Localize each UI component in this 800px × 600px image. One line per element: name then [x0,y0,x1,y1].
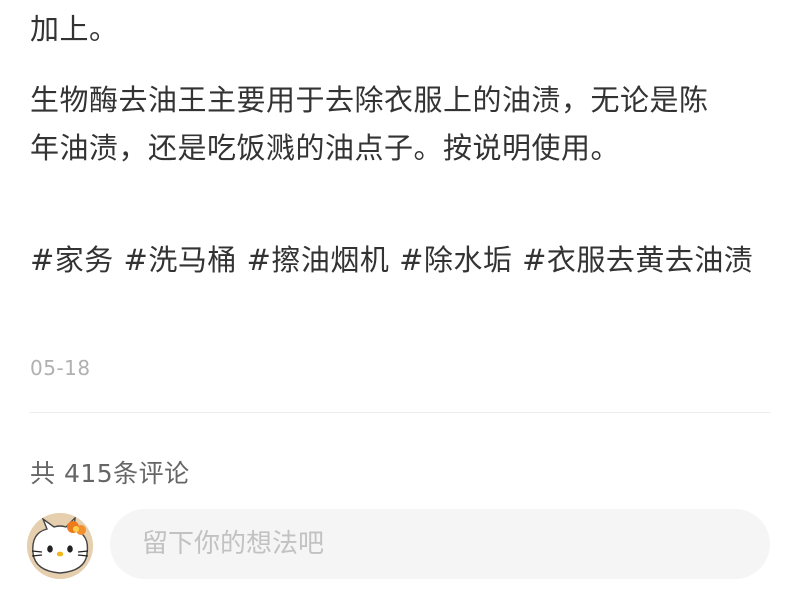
tag-clean-toilet[interactable]: #洗马桶 [124,243,237,277]
post-date: 05-18 [30,356,91,380]
post-body-text: 生物酶去油王主要用于去除衣服上的油渍，无论是陈年油渍，还是吃饭溅的油点子。按说明… [30,83,709,165]
post-detail-page: 加上。 生物酶去油王主要用于去除衣服上的油渍，无论是陈年油渍，还是吃饭溅的油点子… [0,0,800,600]
hello-kitty-avatar-icon[interactable] [27,513,93,579]
comment-count: 共 415条评论 [30,459,190,488]
tag-housework[interactable]: #家务 [30,243,114,277]
divider [30,412,770,413]
tag-descale[interactable]: #除水垢 [399,243,512,277]
post-text-tail: 加上。 [30,12,119,46]
comment-input[interactable] [110,509,770,579]
tag-clothes-stain[interactable]: #衣服去黄去油渍 [522,243,753,277]
post-tags: #家务 #洗马桶 #擦油烟机 #除水垢 #衣服去黄去油渍 [30,236,770,284]
tag-range-hood[interactable]: #擦油烟机 [247,243,390,277]
